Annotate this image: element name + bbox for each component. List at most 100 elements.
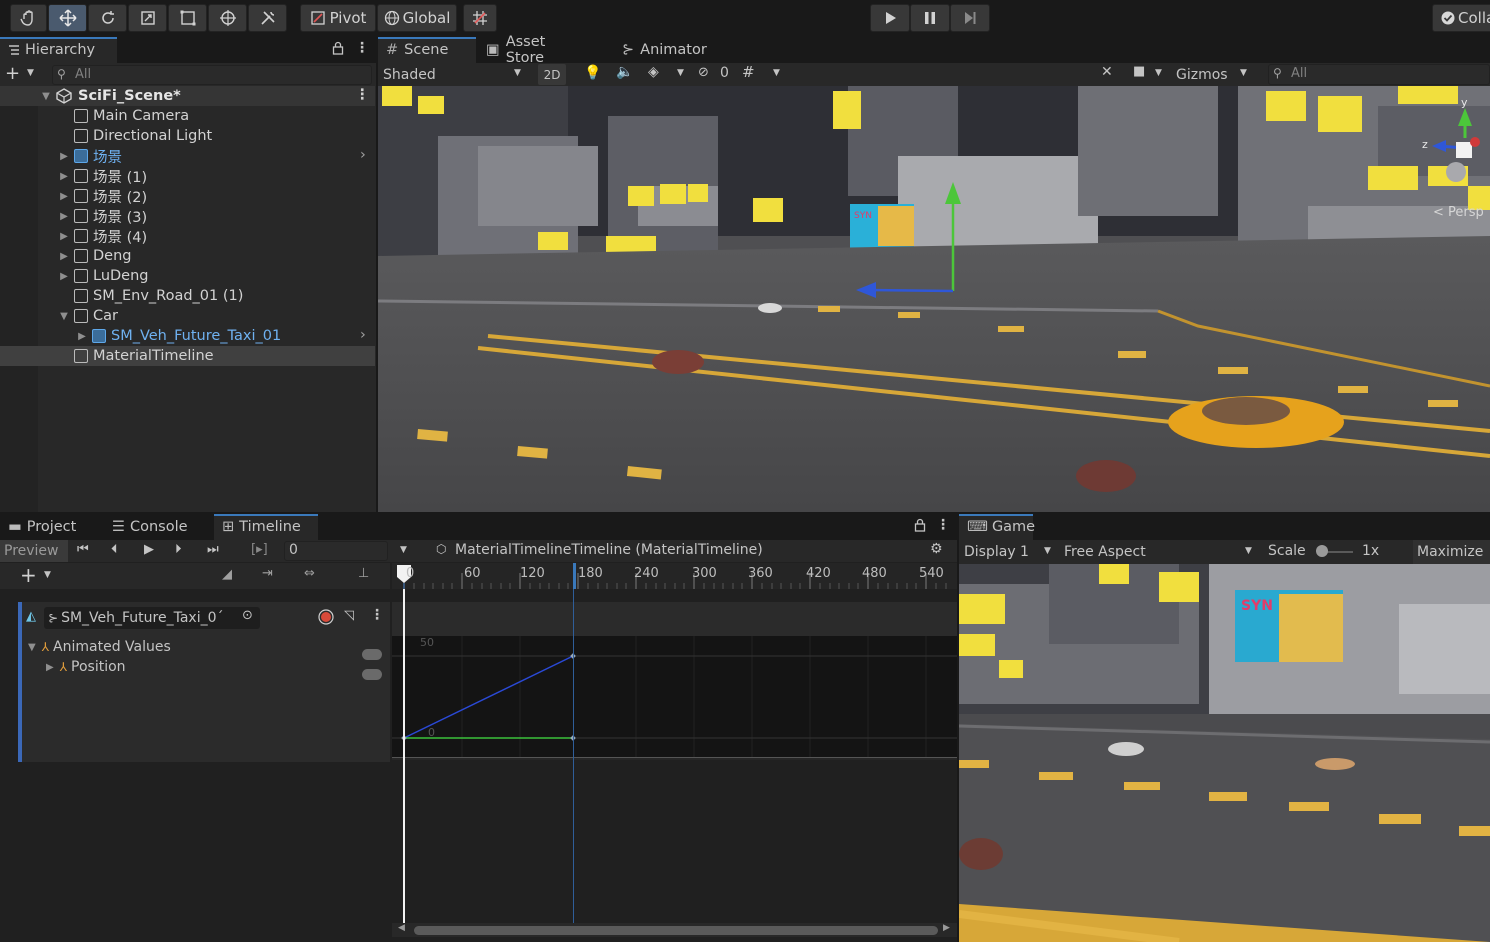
goto-start-icon[interactable]: ⏮ [77, 542, 89, 557]
hierarchy-item-ludeng[interactable]: ▶ LuDeng [0, 266, 375, 286]
tab-project[interactable]: ▬ Project [0, 514, 100, 540]
hierarchy-item-main-camera[interactable]: Main Camera [0, 106, 375, 126]
step-button[interactable] [950, 4, 990, 32]
animation-track-header[interactable]: ◭ ⊱ SM_Veh_Future_Taxi_0´ ⊙ ◹ ⋮ ▼ ⅄ Anim… [18, 602, 390, 762]
visibility-toggle[interactable] [362, 649, 382, 660]
effects-toggle-icon[interactable]: ◈ [648, 64, 659, 80]
scroll-right-icon[interactable]: ▶ [943, 923, 950, 933]
custom-tool-button[interactable] [248, 4, 287, 32]
game-viewport[interactable]: SYN [959, 564, 1490, 942]
add-icon[interactable]: + [5, 63, 20, 84]
scale-tool-button[interactable] [128, 4, 167, 32]
expand-down-icon[interactable]: ▼ [58, 311, 70, 322]
shading-mode-dropdown[interactable]: Shaded ▼ [380, 64, 534, 85]
play-range-icon[interactable]: [▸] [251, 542, 268, 557]
tab-game[interactable]: ⌨ Game [959, 514, 1035, 540]
record-button[interactable] [318, 609, 334, 629]
pin-icon[interactable]: ⊥ [358, 566, 369, 581]
time-ruler[interactable]: 0 60 120 180 240 300 360 420 480 540 [392, 563, 957, 589]
lighting-toggle-icon[interactable]: 💡 [584, 65, 601, 81]
play-button[interactable] [870, 4, 910, 32]
timeline-asset-label[interactable]: MaterialTimelineTimeline (MaterialTimeli… [455, 542, 763, 558]
preview-button[interactable]: Preview [0, 540, 68, 562]
scene-menu-icon[interactable]: ⋮ [355, 87, 370, 103]
hierarchy-item-road[interactable]: SM_Env_Road_01 (1) [0, 286, 375, 306]
dropdown-arrow-icon[interactable]: ▼ [400, 545, 407, 555]
settings-gear-icon[interactable]: ⚙ [930, 541, 943, 557]
hierarchy-item-changjing-2[interactable]: ▶ 场景 (2) [0, 186, 375, 206]
snap-icon[interactable]: ⇥ [262, 566, 273, 581]
playhead[interactable] [403, 589, 405, 930]
expand-right-icon[interactable]: ▶ [58, 211, 70, 222]
tab-asset-store[interactable]: ▣ Asset Store [478, 34, 596, 66]
scene-search-field[interactable]: ⚲ All [1268, 64, 1490, 85]
transform-tool-button[interactable] [208, 4, 247, 32]
expand-right-icon[interactable]: ▶ [58, 171, 70, 182]
global-toggle[interactable]: Global [377, 4, 457, 32]
hierarchy-item-deng[interactable]: ▶ Deng [0, 246, 375, 266]
track-binding-field[interactable]: ⊱ SM_Veh_Future_Taxi_0´ ⊙ [44, 607, 260, 629]
hierarchy-item-taxi[interactable]: ▶ SM_Veh_Future_Taxi_01 › [0, 326, 375, 346]
hidden-objects-icon[interactable]: ⊘ [698, 65, 709, 80]
hierarchy-item-changjing[interactable]: ▶ 场景 › [0, 146, 375, 166]
hierarchy-item-car[interactable]: ▼ Car [0, 306, 375, 326]
scale-slider-thumb[interactable] [1316, 545, 1328, 557]
dropdown-arrow-icon[interactable]: ▼ [27, 68, 34, 78]
maximize-button[interactable]: Maximize [1413, 540, 1490, 564]
grid-dropdown-icon[interactable]: ▼ [773, 68, 780, 78]
tools-overlay-icon[interactable]: ✕ [1101, 64, 1113, 80]
display-dropdown[interactable]: Display 1 ▼ [959, 541, 1057, 563]
expand-right-icon[interactable]: ▶ [58, 251, 70, 262]
rotate-tool-button[interactable] [88, 4, 127, 32]
tab-console[interactable]: ☰ Console [104, 514, 208, 540]
pivot-toggle[interactable]: Pivot [300, 4, 376, 32]
aspect-dropdown[interactable]: Free Aspect ▼ [1059, 541, 1259, 563]
curve-editor[interactable]: 50 0 [392, 636, 957, 758]
expand-right-icon[interactable]: ▶ [58, 191, 70, 202]
horizontal-scrollbar[interactable]: ◀ ▶ [392, 923, 957, 937]
hierarchy-search-field[interactable]: ⚲ All [52, 65, 372, 85]
frame-input[interactable]: 0 [284, 541, 388, 561]
scroll-left-icon[interactable]: ◀ [398, 923, 405, 933]
hierarchy-item-material-timeline[interactable]: MaterialTimeline [0, 346, 375, 366]
camera-dropdown-icon[interactable]: ▼ [1155, 68, 1162, 78]
chevron-right-icon[interactable]: › [360, 327, 366, 343]
hierarchy-item-directional-light[interactable]: Directional Light [0, 126, 375, 146]
curves-toggle-icon[interactable]: ◢ [222, 567, 232, 582]
dropdown-arrow-icon[interactable]: ▼ [44, 570, 51, 580]
gizmos-dropdown[interactable]: Gizmos ▼ [1174, 64, 1254, 85]
kebab-menu-icon[interactable]: ⋮ [355, 40, 369, 56]
expand-right-icon[interactable]: ▶ [58, 271, 70, 282]
visibility-toggle[interactable] [362, 669, 382, 680]
track-clip-area[interactable]: 50 0 [392, 602, 957, 760]
next-frame-icon[interactable]: ⏵ [175, 542, 182, 557]
grid-snap-button[interactable] [463, 4, 497, 32]
scene-viewport[interactable]: SYN z y < Persp [378, 86, 1490, 512]
hand-tool-button[interactable] [10, 4, 47, 32]
hierarchy-item-changjing-3[interactable]: ▶ 场景 (3) [0, 206, 375, 226]
ripple-icon[interactable]: ⇔ [304, 566, 315, 581]
rect-tool-button[interactable] [168, 4, 207, 32]
collab-button[interactable]: Colla [1432, 4, 1490, 32]
position-row[interactable]: ▶ ⅄ Position [46, 657, 366, 677]
scrollbar-thumb[interactable] [414, 926, 938, 935]
effects-dropdown-icon[interactable]: ▼ [677, 68, 684, 78]
animated-values-row[interactable]: ▼ ⅄ Animated Values [28, 637, 368, 657]
toggle-2d-button[interactable]: 2D [538, 64, 566, 85]
add-track-icon[interactable]: + [20, 563, 37, 587]
scene-row[interactable]: ▼ SciFi_Scene* ⋮ [0, 86, 375, 106]
camera-icon[interactable]: ■ [1133, 64, 1145, 79]
play-icon[interactable]: ▶ [144, 542, 154, 557]
expand-right-icon[interactable]: ▶ [76, 331, 88, 342]
audio-toggle-icon[interactable]: 🔈 [616, 64, 633, 80]
persp-label[interactable]: < Persp [1433, 205, 1484, 220]
lock-icon[interactable] [914, 518, 926, 536]
expand-right-icon[interactable]: ▶ [58, 231, 70, 242]
pause-button[interactable] [910, 4, 950, 32]
track-menu-icon[interactable]: ⋮ [370, 607, 384, 623]
tab-hierarchy[interactable]: Hierarchy [0, 37, 117, 63]
tab-scene[interactable]: # Scene [378, 37, 476, 63]
chevron-right-icon[interactable]: › [360, 147, 366, 163]
curves-icon[interactable]: ◹ [344, 608, 354, 623]
grid-toggle-icon[interactable]: # [742, 63, 755, 81]
